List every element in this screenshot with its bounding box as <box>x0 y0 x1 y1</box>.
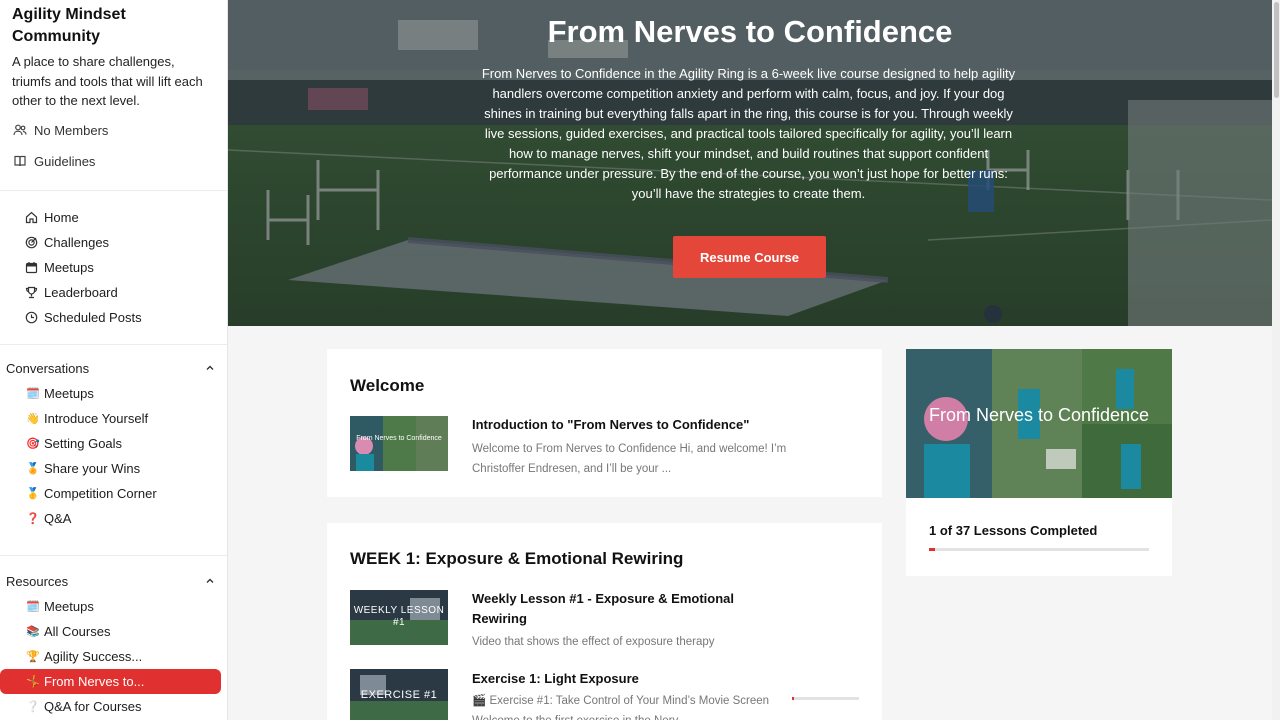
intro-lesson-title[interactable]: Introduction to "From Nerves to Confiden… <box>472 415 792 435</box>
nav-meetups-label: Meetups <box>44 259 94 275</box>
members-link[interactable]: No Members <box>12 120 108 140</box>
page-scrollbar[interactable] <box>1272 0 1280 720</box>
weekly-lesson1-thumb-text: WEEKLY LESSON #1 <box>353 605 445 628</box>
nav-home-label: Home <box>44 209 79 225</box>
hero-description: From Nerves to Confidence in the Agility… <box>481 66 1016 201</box>
course-progress-card: From Nerves to Confidence 1 of 37 Lesson… <box>906 349 1172 576</box>
nav-leaderboard[interactable]: Leaderboard <box>24 281 118 303</box>
calendar-icon <box>24 260 38 274</box>
channel-label: Introduce Yourself <box>44 410 149 426</box>
resource-label: All Courses <box>44 623 111 639</box>
gold-medal-emoji-icon: 🥇 <box>26 487 40 500</box>
channel-meetups[interactable]: 🗓️ Meetups <box>26 383 94 403</box>
channel-label: Competition Corner <box>44 485 157 501</box>
calendar-emoji-icon: 🗓️ <box>26 387 40 400</box>
nav-home[interactable]: Home <box>24 206 79 228</box>
calendar-emoji-icon: 🗓️ <box>26 600 40 613</box>
resume-course-button[interactable]: Resume Course <box>673 236 826 278</box>
welcome-section: Welcome From Nerves to Confidence Introd… <box>327 349 882 497</box>
weekly-lesson1-title[interactable]: Weekly Lesson #1 - Exposure & Emotional … <box>472 589 762 629</box>
resource-from-nerves-to[interactable]: 🤸 From Nerves to... <box>0 669 221 694</box>
intro-lesson-description: Welcome to From Nerves to Confidence Hi,… <box>472 443 787 475</box>
sidebar-divider <box>0 344 227 345</box>
books-emoji-icon: 📚 <box>26 625 40 638</box>
channel-introduce-yourself[interactable]: 👋 Introduce Yourself <box>26 408 148 428</box>
trophy-icon <box>24 285 38 299</box>
medal-emoji-icon: 🏅 <box>26 462 40 475</box>
nav-scheduled-posts-label: Scheduled Posts <box>44 309 142 325</box>
course-collage-image <box>350 416 448 471</box>
intro-thumb-text: From Nerves to Confidence <box>356 435 442 442</box>
members-icon <box>12 122 28 138</box>
sidebar: Agility Mindset Community A place to sha… <box>0 0 228 720</box>
channel-setting-goals[interactable]: 🎯 Setting Goals <box>26 433 122 453</box>
resource-label: Meetups <box>44 598 94 614</box>
members-label: No Members <box>34 122 109 138</box>
channel-label: Q&A <box>44 510 72 526</box>
week1-section: WEEK 1: Exposure & Emotional Rewiring WE… <box>327 523 882 720</box>
target-icon <box>24 235 38 249</box>
exercise1-progress-bar <box>792 697 859 700</box>
exercise1-thumbnail[interactable]: EXERCISE #1 <box>350 669 448 720</box>
resources-group-header[interactable]: Resources <box>6 571 216 591</box>
resource-label: Agility Success... <box>44 648 143 664</box>
resource-label: From Nerves to... <box>44 674 145 689</box>
channel-qa[interactable]: ❓ Q&A <box>26 508 71 528</box>
course-cover[interactable]: From Nerves to Confidence <box>906 349 1172 498</box>
nav-challenges-label: Challenges <box>44 234 110 250</box>
conversations-group-header[interactable]: Conversations <box>6 358 216 378</box>
conversations-heading: Conversations <box>6 360 90 376</box>
intro-lesson-thumbnail[interactable]: From Nerves to Confidence <box>350 416 448 471</box>
hero-title: From Nerves to Confidence <box>547 14 953 49</box>
weekly-lesson1-description: Video that shows the effect of exposure … <box>472 636 715 648</box>
course-cover-title: From Nerves to Confidence <box>928 405 1150 425</box>
cartwheel-emoji-icon: 🤸 <box>26 676 40 688</box>
resource-label: Q&A for Courses <box>44 698 142 714</box>
nav-leaderboard-label: Leaderboard <box>44 284 118 300</box>
exercise1-description: 🎬 Exercise #1: Take Control of Your Mind… <box>472 695 770 720</box>
channel-label: Share your Wins <box>44 460 141 476</box>
exercise1-title[interactable]: Exercise 1: Light Exposure <box>472 669 762 689</box>
channel-competition-corner[interactable]: 🥇 Competition Corner <box>26 483 157 503</box>
resource-qa-for-courses[interactable]: ❔ Q&A for Courses <box>26 696 142 716</box>
lessons-completed-label: 1 of 37 Lessons Completed <box>929 523 1098 538</box>
exercise1-progress-fill <box>792 697 794 700</box>
sidebar-divider <box>0 555 227 556</box>
nav-challenges[interactable]: Challenges <box>24 231 109 253</box>
scrollbar-thumb[interactable] <box>1274 2 1279 98</box>
chevron-up-icon[interactable] <box>204 575 216 587</box>
channel-label: Meetups <box>44 385 94 401</box>
question-emoji-icon: ❔ <box>26 700 40 713</box>
chevron-up-icon[interactable] <box>204 362 216 374</box>
resource-all-courses[interactable]: 📚 All Courses <box>26 621 110 641</box>
exercise1-thumb-text: EXERCISE #1 <box>360 689 438 701</box>
target-emoji-icon: 🎯 <box>26 437 40 450</box>
welcome-heading: Welcome <box>350 376 425 395</box>
community-description: A place to share challenges, triumfs and… <box>12 54 203 108</box>
sidebar-divider <box>0 190 227 191</box>
weekly-lesson1-thumbnail[interactable]: WEEKLY LESSON #1 <box>350 590 448 645</box>
clock-icon <box>24 310 38 324</box>
course-hero: From Nerves to Confidence From Nerves to… <box>228 0 1272 326</box>
course-progress-fill <box>929 548 935 551</box>
resources-heading: Resources <box>6 573 69 589</box>
nav-meetups[interactable]: Meetups <box>24 256 94 278</box>
home-icon <box>24 210 38 224</box>
guidelines-link[interactable]: Guidelines <box>12 151 95 171</box>
course-progress-bar <box>929 548 1149 551</box>
guidelines-label: Guidelines <box>34 153 96 169</box>
book-icon <box>12 153 28 169</box>
resource-agility-success[interactable]: 🏆 Agility Success... <box>26 646 142 666</box>
question-emoji-icon: ❓ <box>26 512 40 525</box>
community-title[interactable]: Agility Mindset Community <box>12 4 212 48</box>
nav-scheduled-posts[interactable]: Scheduled Posts <box>24 306 142 328</box>
week1-heading: WEEK 1: Exposure & Emotional Rewiring <box>350 549 684 568</box>
channel-label: Setting Goals <box>44 435 123 451</box>
trophy-emoji-icon: 🏆 <box>26 650 40 663</box>
wave-emoji-icon: 👋 <box>26 412 40 425</box>
channel-share-your-wins[interactable]: 🏅 Share your Wins <box>26 458 140 478</box>
resource-meetups[interactable]: 🗓️ Meetups <box>26 596 94 616</box>
